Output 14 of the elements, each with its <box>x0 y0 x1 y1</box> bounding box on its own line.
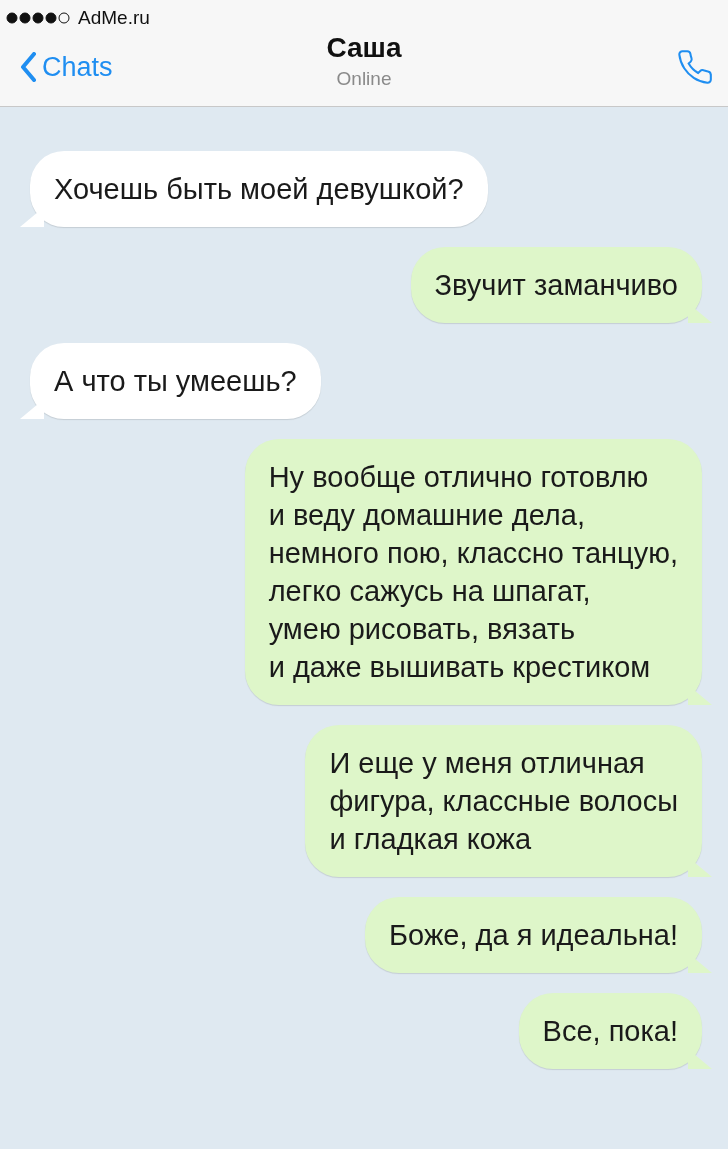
incoming-message: А что ты умеешь? <box>20 343 321 419</box>
contact-status: Online <box>336 68 392 90</box>
carrier-name: AdMe.ru <box>78 7 150 29</box>
contact-name: Саша <box>326 32 402 64</box>
phone-icon[interactable] <box>676 48 714 86</box>
outgoing-message: Звучит заманчиво <box>410 247 712 323</box>
chevron-left-icon <box>20 52 36 82</box>
incoming-message: Хочешь быть моей девушкой? <box>20 151 488 227</box>
outgoing-message: Все, пока! <box>518 993 712 1069</box>
outgoing-message: И еще у меня отличная фигура, классные волосы и гладкая кожа <box>305 725 712 877</box>
outgoing-message: Боже, да я идеальна! <box>365 897 712 973</box>
signal-icon <box>6 12 72 24</box>
outgoing-message: Ну вообще отлично готовлю и веду домашние дела, немного пою, классно танцую, легко сажусь на шпагат, умею рисовать, вязать и даже вышивать крестиком <box>244 439 712 705</box>
back-link[interactable]: Chats <box>20 51 113 83</box>
